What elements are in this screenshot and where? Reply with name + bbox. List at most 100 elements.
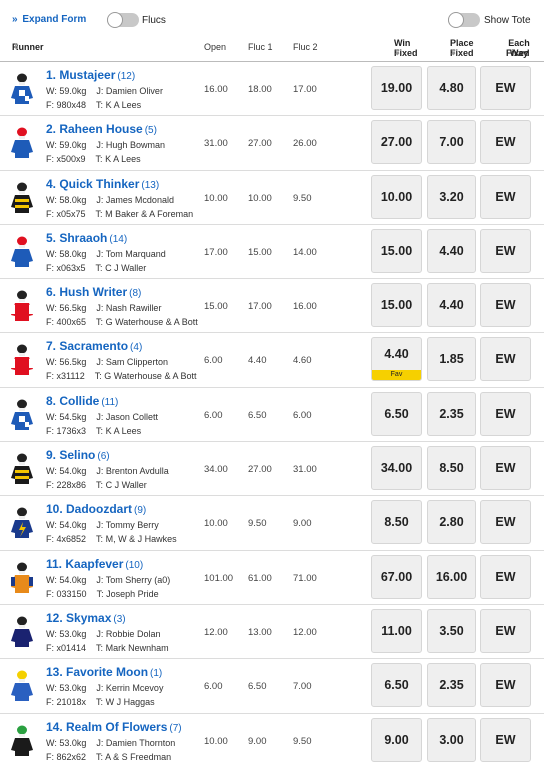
jockey-name: Jason Collett bbox=[105, 411, 158, 422]
jockey-name: James Mcdonald bbox=[105, 194, 174, 205]
each-way-button[interactable]: EW bbox=[480, 120, 531, 165]
weight-jockey-line: W: 59.0kg J: Hugh Bowman bbox=[46, 140, 165, 151]
runner-name-link[interactable]: 10. Dadoozdart (9) bbox=[46, 502, 146, 516]
weight-jockey-line: W: 54.5kg J: Jason Collett bbox=[46, 411, 158, 422]
form-trainer-line: F: 862x62 T: A & S Freedman bbox=[46, 751, 172, 762]
fluc1-price: 6.50 bbox=[248, 409, 267, 421]
place-odds-button[interactable]: 4.80 bbox=[427, 66, 476, 110]
jockey-silk-icon bbox=[9, 452, 35, 486]
runner-name-link[interactable]: 8. Collide (11) bbox=[46, 394, 118, 408]
runner-name-link[interactable]: 7. Sacramento (4) bbox=[46, 339, 142, 353]
barrier-number: (10) bbox=[125, 559, 144, 571]
place-odds-button[interactable]: 16.00 bbox=[427, 554, 476, 599]
runner-name-link[interactable]: 14. Realm Of Flowers (7) bbox=[46, 720, 182, 734]
win-odds-button[interactable]: 6.50 bbox=[371, 391, 422, 436]
win-odds-button[interactable]: 6.50 bbox=[371, 663, 422, 708]
form-trainer-line: F: x31112 T: G Waterhouse & A Bott bbox=[46, 371, 197, 382]
win-fixed-column-header[interactable]: Win Fixed ⇕ bbox=[372, 38, 418, 58]
each-way-button[interactable]: EW bbox=[480, 174, 531, 219]
jockey-name: Damien Thornton bbox=[105, 737, 176, 748]
weight-jockey-line: W: 58.0kg J: Tom Marquand bbox=[46, 248, 166, 259]
table-header: Runner ⇕ Open Fluc 1 Fluc 2 Win Fixed ⇕ P… bbox=[0, 38, 544, 62]
trainer-name: W J Haggas bbox=[105, 697, 155, 708]
place-odds-button[interactable]: 7.00 bbox=[427, 120, 476, 165]
runner-name-link[interactable]: 5. Shraaoh (14) bbox=[46, 231, 127, 245]
place-odds-button[interactable]: 3.20 bbox=[427, 174, 476, 219]
each-way-button[interactable]: EW bbox=[480, 283, 531, 328]
fluc1-price: 18.00 bbox=[248, 84, 272, 95]
weight-jockey-line: W: 56.5kg J: Nash Rawiller bbox=[46, 303, 162, 314]
each-way-button[interactable]: EW bbox=[480, 663, 531, 708]
place-odds-button[interactable]: 4.40 bbox=[427, 228, 476, 273]
win-odds-button[interactable]: 15.00 bbox=[371, 228, 422, 273]
runner-row: 4. Quick Thinker (13) W: 58.0kg J: James M… bbox=[0, 169, 544, 224]
barrier-number: (5) bbox=[144, 125, 157, 137]
place-odds-button[interactable]: 8.50 bbox=[427, 446, 476, 491]
show-tote-toggle[interactable] bbox=[448, 12, 480, 28]
runner-name-link[interactable]: 4. Quick Thinker (13) bbox=[46, 177, 159, 191]
form-trainer-line: F: 21018x T: W J Haggas bbox=[46, 697, 155, 708]
sort-icon: ⇕ bbox=[13, 42, 20, 51]
runner-name-link[interactable]: 12. Skymax (3) bbox=[46, 611, 126, 625]
runner-name-link[interactable]: 11. Kaapfever (10) bbox=[46, 557, 143, 571]
place-fixed-column-header[interactable]: Place Fixed ⇕ bbox=[428, 38, 474, 58]
weight-jockey-line: W: 54.0kg J: Brenton Avdulla bbox=[46, 466, 169, 477]
trainer-name: G Waterhouse & A Bott bbox=[105, 317, 198, 328]
weight-value: 56.5kg bbox=[59, 303, 87, 314]
form-trainer-line: F: 033150 T: Joseph Pride bbox=[46, 588, 159, 599]
each-way-button[interactable]: EW bbox=[480, 717, 531, 762]
win-odds-button[interactable]: 4.40 Fav bbox=[371, 337, 422, 382]
fluc2-price: 31.00 bbox=[293, 464, 317, 476]
place-odds-button[interactable]: 4.40 bbox=[427, 283, 476, 328]
open-price: 101.00 bbox=[204, 572, 234, 584]
win-odds-button[interactable]: 27.00 bbox=[371, 120, 422, 165]
fluc1-price: 9.00 bbox=[248, 735, 267, 747]
place-odds-button[interactable]: 2.80 bbox=[427, 500, 476, 545]
win-odds-button[interactable]: 34.00 bbox=[371, 446, 422, 491]
each-way-button[interactable]: EW bbox=[480, 228, 531, 273]
fluc2-price: 9.50 bbox=[293, 192, 312, 204]
expand-form-button[interactable]: » Expand Form bbox=[12, 14, 86, 25]
win-odds-button[interactable]: 8.50 bbox=[371, 500, 422, 545]
win-odds-button[interactable]: 9.00 bbox=[371, 717, 422, 762]
each-way-button[interactable]: EW bbox=[480, 66, 531, 110]
place-odds-button[interactable]: 3.50 bbox=[427, 608, 476, 653]
place-odds-button[interactable]: 3.00 bbox=[427, 717, 476, 762]
win-odds-button[interactable]: 67.00 bbox=[371, 554, 422, 599]
each-way-button[interactable]: EW bbox=[480, 391, 531, 436]
trainer-name: C J Waller bbox=[105, 480, 147, 491]
win-odds-button[interactable]: 15.00 bbox=[371, 283, 422, 328]
each-way-button[interactable]: EW bbox=[480, 337, 531, 382]
each-way-button[interactable]: EW bbox=[480, 446, 531, 491]
flucs-toggle[interactable] bbox=[107, 12, 139, 28]
barrier-number: (14) bbox=[109, 233, 128, 245]
runner-name-link[interactable]: 9. Selino (6) bbox=[46, 448, 110, 462]
place-odds-button[interactable]: 2.35 bbox=[427, 391, 476, 436]
jockey-name: Tommy Berry bbox=[105, 520, 159, 531]
fluc2-price: 71.00 bbox=[293, 572, 317, 584]
jockey-silk-icon bbox=[9, 561, 35, 595]
weight-jockey-line: W: 53.0kg J: Damien Thornton bbox=[46, 737, 176, 748]
open-price: 6.00 bbox=[204, 355, 223, 367]
form-trainer-line: F: x063x5 T: C J Waller bbox=[46, 262, 147, 273]
runner-name-link[interactable]: 6. Hush Writer (8) bbox=[46, 285, 141, 299]
form-value: 033150 bbox=[56, 588, 87, 599]
runner-name-link[interactable]: 13. Favorite Moon (1) bbox=[46, 665, 162, 679]
form-value: 228x86 bbox=[56, 480, 87, 491]
place-odds-button[interactable]: 2.35 bbox=[427, 663, 476, 708]
win-odds-button[interactable]: 10.00 bbox=[371, 174, 422, 219]
jockey-name: Kerrin Mcevoy bbox=[105, 683, 164, 694]
runner-name-link[interactable]: 1. Mustajeer (12) bbox=[46, 68, 135, 82]
fluc2-price: 9.50 bbox=[293, 735, 312, 747]
each-way-button[interactable]: EW bbox=[480, 500, 531, 545]
each-way-button[interactable]: EW bbox=[480, 608, 531, 653]
runner-name-link[interactable]: 2. Raheen House (5) bbox=[46, 122, 157, 136]
win-odds-button[interactable]: 19.00 bbox=[371, 66, 422, 110]
each-way-button[interactable]: EW bbox=[480, 554, 531, 599]
place-odds-button[interactable]: 1.85 bbox=[427, 337, 476, 382]
open-column-header: Open bbox=[204, 42, 227, 52]
toggle-knob bbox=[448, 12, 464, 28]
form-trainer-line: F: 4x6852 T: M, W & J Hawkes bbox=[46, 534, 177, 545]
win-odds-button[interactable]: 11.00 bbox=[371, 608, 422, 653]
open-price: 17.00 bbox=[204, 246, 228, 258]
